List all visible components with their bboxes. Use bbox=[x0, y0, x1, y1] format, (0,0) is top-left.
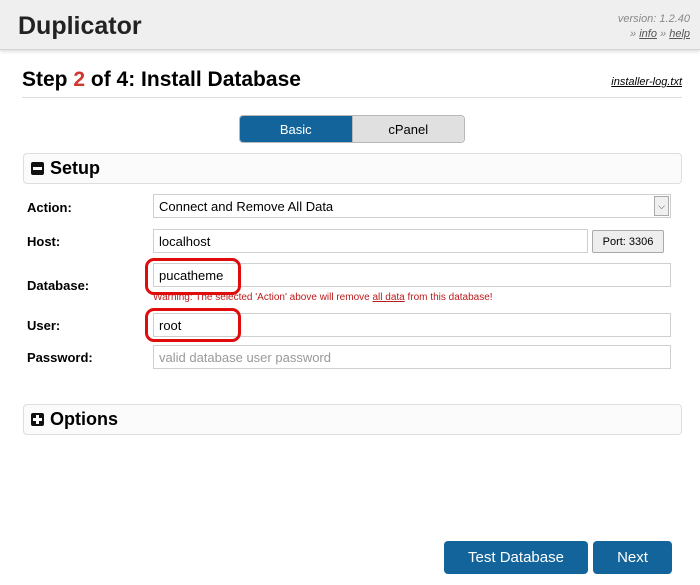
separator: » bbox=[660, 28, 667, 40]
database-label: Database: bbox=[27, 278, 90, 293]
tab-basic[interactable]: Basic bbox=[240, 116, 352, 142]
tab-cpanel[interactable]: cPanel bbox=[351, 116, 464, 142]
help-link[interactable]: help bbox=[669, 28, 690, 40]
port-button[interactable]: Port: 3306 bbox=[592, 230, 664, 253]
options-section-header[interactable]: Options bbox=[23, 404, 682, 435]
password-label: Password: bbox=[27, 350, 93, 365]
step-suffix: of 4: Install Database bbox=[85, 68, 301, 91]
mode-toggle: Basic cPanel bbox=[239, 115, 465, 143]
separator: » bbox=[630, 28, 637, 40]
app-header: Duplicator version: 1.2.40 » info » help bbox=[0, 0, 700, 50]
step-number: 2 bbox=[73, 68, 86, 91]
app-title: Duplicator bbox=[18, 12, 142, 40]
expand-plus-icon bbox=[31, 413, 44, 426]
action-label: Action: bbox=[27, 200, 72, 215]
user-label: User: bbox=[27, 318, 61, 333]
installer-log-link[interactable]: installer-log.txt bbox=[611, 76, 682, 88]
next-button[interactable]: Next bbox=[593, 541, 672, 574]
version-info: version: 1.2.40 » info » help bbox=[618, 12, 690, 42]
info-link[interactable]: info bbox=[639, 28, 657, 40]
action-select[interactable]: Connect and Remove All Data ⌵ bbox=[153, 194, 671, 218]
page-title: Step 2 of 4: Install Database bbox=[22, 68, 301, 92]
divider bbox=[22, 97, 682, 98]
version-text: version: 1.2.40 bbox=[617, 13, 690, 25]
password-input[interactable]: valid database user password bbox=[153, 345, 671, 369]
warning-message: Warning: The selected 'Action' above wil… bbox=[153, 292, 493, 303]
warning-text-end: from this database! bbox=[404, 292, 493, 303]
setup-section-header[interactable]: Setup bbox=[23, 153, 682, 184]
chevron-down-icon: ⌵ bbox=[654, 196, 669, 216]
user-input[interactable]: root bbox=[153, 313, 671, 337]
action-select-value: Connect and Remove All Data bbox=[159, 198, 334, 214]
all-data-link: all data bbox=[372, 292, 405, 303]
options-section-title: Options bbox=[50, 409, 118, 429]
step-prefix: Step bbox=[22, 68, 74, 91]
warning-text: Warning: The selected 'Action' above wil… bbox=[153, 292, 373, 303]
database-input[interactable]: pucatheme bbox=[153, 263, 671, 287]
setup-section-title: Setup bbox=[50, 158, 101, 178]
collapse-minus-icon bbox=[31, 162, 44, 175]
host-label: Host: bbox=[27, 234, 61, 249]
test-database-button[interactable]: Test Database bbox=[444, 541, 588, 574]
host-input[interactable]: localhost bbox=[153, 229, 588, 253]
